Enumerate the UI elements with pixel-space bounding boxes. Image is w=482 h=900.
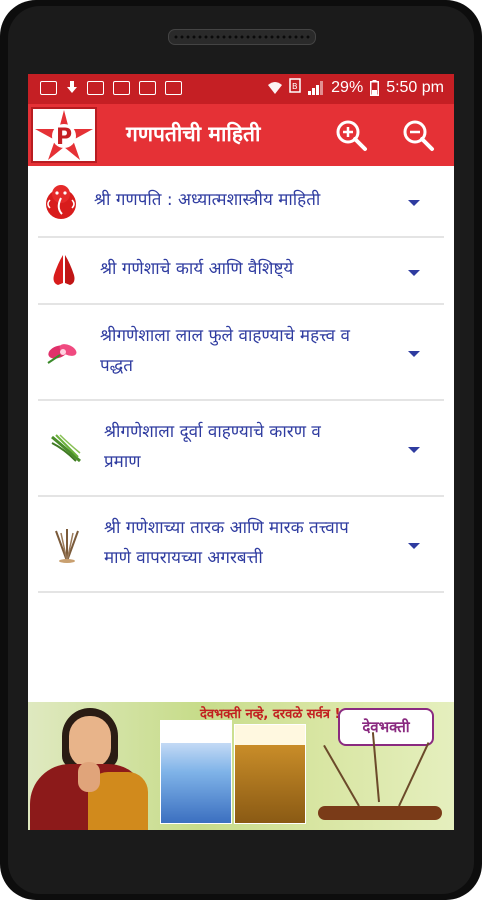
item-label-line-2: प्रमाण: [104, 452, 141, 472]
app-logo: P: [31, 107, 97, 163]
list-item-incense-sticks[interactable]: श्री गणेशाच्या तारक आणि मारक तत्त्वाप मा…: [38, 497, 444, 593]
close-box-notification-icon: [165, 81, 182, 95]
nfc-icon: B: [289, 78, 301, 98]
signal-icon: [308, 81, 324, 95]
list-item-durva-grass[interactable]: श्रीगणेशाला दूर्वा वाहण्याचे कारण व प्रम…: [38, 401, 444, 497]
gallery-notification-icon: [87, 81, 104, 95]
ad-brand-logo: देवभक्ती: [338, 708, 434, 746]
incense-sticks-icon: [50, 527, 86, 563]
zoom-in-button[interactable]: [334, 118, 368, 152]
chevron-down-icon: [408, 447, 420, 453]
item-label-line-2: पद्धत: [100, 356, 133, 376]
list-item-red-flowers[interactable]: श्रीगणेशाला लाल फुले वाहण्याचे महत्त्व व…: [38, 305, 444, 401]
earpiece-speaker: [168, 29, 316, 45]
chevron-down-icon: [408, 543, 420, 549]
ad-banner[interactable]: देवभक्ती नव्हे, दरवळे सर्वत्र ! देवभक्ती: [28, 702, 454, 830]
mail-icon: [113, 81, 130, 95]
item-label-line-1: श्री गणपति : अध्यात्मशास्त्रीय माहिती: [94, 190, 321, 210]
app-bar: P गणपतीची माहिती: [28, 104, 454, 166]
status-indicators: B 29% 5:50 pm: [268, 78, 444, 98]
chat-notification-icon: [40, 81, 57, 95]
app-title: गणपतीची माहिती: [126, 122, 261, 146]
list-item-ganpati-spiritual-info[interactable]: श्री गणपति : अध्यात्मशास्त्रीय माहिती: [38, 166, 444, 238]
download-icon: [66, 81, 78, 95]
topic-list: श्री गणपति : अध्यात्मशास्त्रीय माहिती श्…: [38, 166, 444, 593]
zoom-out-icon: [403, 120, 434, 151]
red-flower-icon: [46, 337, 82, 373]
chevron-down-icon: [408, 270, 420, 276]
item-label-line-1: श्री गणेशाच्या तारक आणि मारक तत्त्वाप: [104, 518, 349, 538]
incense-stick-image: [323, 744, 360, 807]
product-box-image: [160, 720, 232, 824]
item-label-line-1: श्रीगणेशाला लाल फुले वाहण्याचे महत्त्व व: [100, 326, 350, 346]
list-item-ganesha-work-features[interactable]: श्री गणेशाचे कार्य आणि वैशिष्ट्ये: [38, 238, 444, 305]
phone-frame: B 29% 5:50 pm P गणपतीची माहिती श्री गणपत…: [0, 0, 482, 900]
chevron-down-icon: [408, 351, 420, 357]
item-label-line-2: माणे वापरायच्या अगरबत्ती: [104, 548, 263, 568]
app-screen: B 29% 5:50 pm P गणपतीची माहिती श्री गणपत…: [28, 74, 454, 830]
incense-plate-image: [318, 806, 442, 820]
durva-grass-icon: [50, 433, 86, 469]
status-bar: B 29% 5:50 pm: [28, 74, 454, 104]
notification-icons: [40, 81, 182, 97]
chevron-down-icon: [408, 200, 420, 206]
clock: 5:50 pm: [386, 79, 444, 96]
wifi-icon: [268, 81, 283, 95]
battery-percent: 29%: [331, 79, 364, 96]
zoom-in-icon: [336, 120, 367, 151]
zoom-out-button[interactable]: [401, 118, 435, 152]
namaste-icon: [50, 253, 86, 289]
product-box-image: [234, 724, 306, 824]
battery-icon: [370, 80, 380, 96]
photos-notification-icon: [139, 81, 156, 95]
item-label-line-1: श्रीगणेशाला दूर्वा वाहण्याचे कारण व: [104, 422, 321, 442]
svg-text:B: B: [292, 82, 298, 91]
logo-letter: P: [56, 125, 72, 150]
ganesha-icon: [44, 182, 80, 219]
item-label-line-1: श्री गणेशाचे कार्य आणि वैशिष्ट्ये: [100, 259, 294, 279]
